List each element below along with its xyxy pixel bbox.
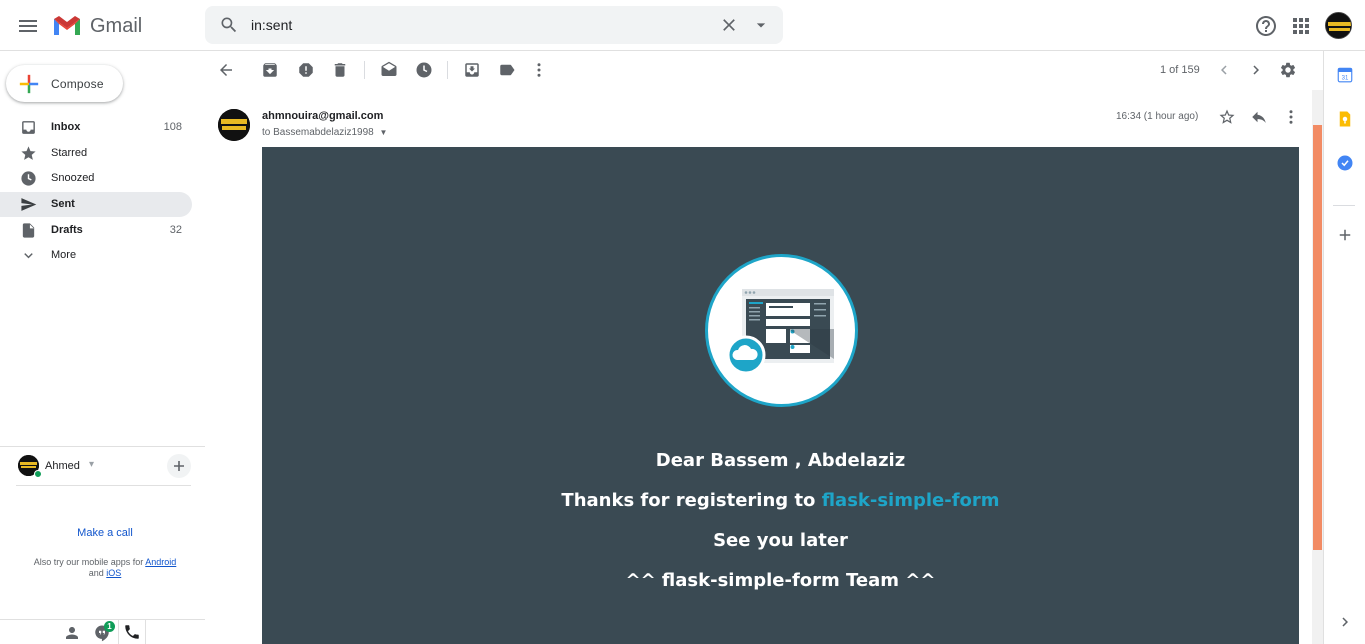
star-icon [20, 145, 37, 162]
divider [0, 446, 205, 447]
app-name: Gmail [90, 14, 143, 37]
email-thanks-line: Thanks for registering to flask-simple-f… [262, 490, 1299, 511]
phone-tab[interactable] [118, 620, 146, 644]
search-options-icon[interactable] [751, 15, 771, 35]
compose-plus-icon [19, 74, 39, 93]
delete-icon[interactable] [331, 61, 349, 79]
inbox-icon [20, 119, 37, 136]
label-icon[interactable] [498, 61, 516, 79]
sidebar-item-drafts[interactable]: Drafts 32 [0, 218, 192, 243]
mobile-apps-prefix: Also try our mobile apps for [33, 557, 144, 567]
calendar-icon[interactable]: 31 [1336, 66, 1354, 84]
mark-unread-icon[interactable] [380, 61, 398, 79]
account-avatar[interactable] [1325, 12, 1352, 39]
sender-avatar[interactable] [218, 109, 250, 141]
archive-icon[interactable] [261, 61, 279, 79]
notification-badge: 1 [104, 621, 115, 632]
gmail-logo[interactable]: Gmail [52, 12, 142, 40]
make-a-call-link[interactable]: Make a call [0, 527, 210, 539]
divider [16, 485, 191, 486]
draft-count: 32 [169, 224, 182, 236]
flask-simple-form-link[interactable]: flask-simple-form [822, 490, 1000, 511]
unread-count: 108 [163, 121, 182, 133]
search-icon[interactable] [219, 15, 239, 35]
apps-grid-icon[interactable] [1289, 14, 1313, 38]
sidebar-item-label: Sent [51, 198, 75, 210]
main-menu-icon[interactable] [16, 14, 40, 38]
side-panel [1323, 51, 1365, 644]
sidebar-item-label: More [51, 249, 77, 261]
recipient-details[interactable]: to Bassemabdelaziz1998 ▼ [262, 127, 387, 138]
email-body: Dear Bassem , Abdelaziz Thanks for regis… [262, 147, 1299, 644]
tasks-icon[interactable] [1336, 154, 1354, 172]
pagination-count: 1 of 159 [1160, 64, 1200, 76]
email-greeting: Dear Bassem , Abdelaziz [655, 450, 906, 471]
divider [1333, 205, 1355, 206]
more-options-icon[interactable] [530, 61, 548, 79]
star-outline-icon[interactable] [1218, 108, 1236, 126]
online-status-icon [34, 470, 42, 478]
hangouts-user-name[interactable]: Ahmed [45, 460, 80, 472]
reply-icon[interactable] [1250, 108, 1268, 126]
snooze-icon[interactable] [415, 61, 433, 79]
app-illustration [705, 254, 858, 407]
back-arrow-icon[interactable] [217, 61, 235, 79]
previous-page-icon[interactable] [1215, 61, 1233, 79]
plus-icon [174, 461, 184, 471]
next-page-icon[interactable] [1247, 61, 1265, 79]
sidebar-item-more[interactable]: More [0, 243, 192, 268]
clear-search-icon[interactable] [719, 15, 739, 35]
search-bar [205, 6, 783, 44]
settings-gear-icon[interactable] [1279, 61, 1297, 79]
expand-panel-icon[interactable] [1336, 613, 1354, 631]
email-see-you: See you later [713, 530, 848, 551]
mobile-apps-text: Also try our mobile apps for Android and… [0, 557, 210, 579]
phone-icon [125, 625, 139, 639]
gmail-m-icon [54, 16, 80, 35]
new-conversation-button[interactable] [167, 454, 191, 478]
add-addon-icon[interactable] [1336, 226, 1354, 244]
message-more-icon[interactable] [1282, 108, 1300, 126]
android-link[interactable]: Android [145, 557, 176, 567]
compose-label: Compose [51, 76, 104, 91]
divider [0, 619, 205, 620]
show-details-icon[interactable]: ▼ [380, 128, 388, 137]
draft-icon [20, 222, 37, 239]
clock-icon [20, 170, 37, 187]
toolbar-divider [364, 61, 365, 79]
sidebar-item-label: Inbox [51, 121, 81, 133]
sidebar-item-label: Snoozed [51, 172, 95, 184]
contacts-icon[interactable] [63, 624, 81, 642]
keep-notes-icon[interactable] [1336, 110, 1354, 128]
and-text: and [88, 568, 104, 578]
message-timestamp: 16:34 (1 hour ago) [1116, 111, 1199, 122]
search-input[interactable] [251, 15, 691, 35]
toolbar-divider [447, 61, 448, 79]
help-icon[interactable] [1254, 14, 1278, 38]
ios-link[interactable]: iOS [106, 568, 121, 578]
move-to-icon[interactable] [463, 61, 481, 79]
svg-text:31: 31 [1342, 76, 1349, 82]
chevron-down-icon [20, 247, 37, 264]
sidebar-item-snoozed[interactable]: Snoozed [0, 166, 192, 191]
top-bar: Gmail [0, 0, 1365, 51]
send-icon [20, 196, 37, 213]
sidebar-item-label: Drafts [51, 224, 83, 236]
email-signature: ^^ flask-simple-form Team ^^ [625, 570, 936, 591]
compose-button[interactable]: Compose [6, 65, 123, 102]
sidebar-item-label: Starred [51, 147, 88, 159]
sidebar-item-inbox[interactable]: Inbox 108 [0, 115, 192, 140]
thanks-prefix: Thanks for registering to [561, 490, 816, 511]
recipient-text: to Bassemabdelaziz1998 [262, 127, 374, 138]
report-spam-icon[interactable] [297, 61, 315, 79]
scrollbar-thumb[interactable] [1313, 125, 1322, 550]
status-dropdown-icon[interactable]: ▾ [89, 459, 94, 470]
sidebar-item-sent[interactable]: Sent [0, 192, 192, 217]
sidebar-item-starred[interactable]: Starred [0, 141, 192, 166]
sender-email[interactable]: ahmnouira@gmail.com [262, 110, 383, 122]
